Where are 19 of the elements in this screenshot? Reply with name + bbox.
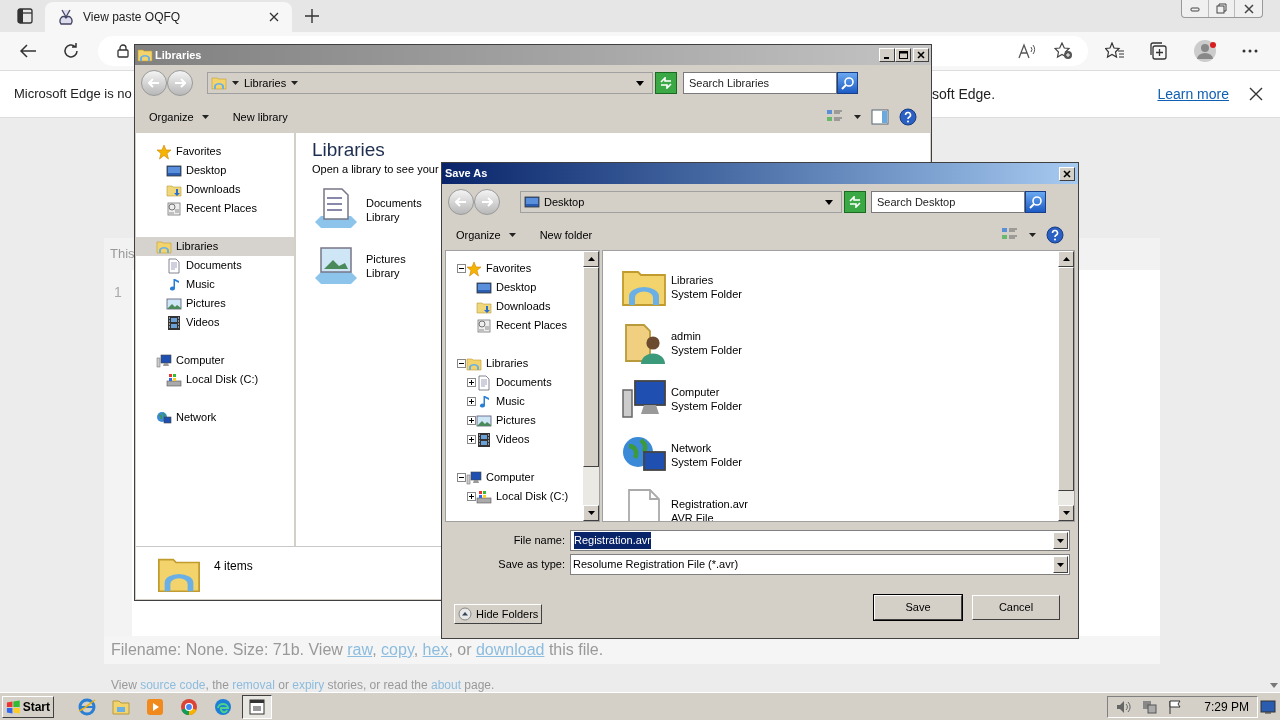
- line-number: 1: [114, 283, 122, 300]
- content-description: Open a library to see your: [312, 162, 439, 176]
- infobar-text: soft Edge.: [932, 84, 996, 104]
- paste-header-text: This: [110, 245, 135, 264]
- file-info-text: Filename: None. Size: 71b. View raw, copy, hex, or download this file.: [111, 640, 604, 660]
- field-label: Save as type:: [497, 557, 565, 573]
- item-label: Network System Folder: [671, 441, 742, 469]
- window-title: Save As: [445, 166, 488, 182]
- item-label: admin System Folder: [671, 329, 742, 357]
- infobar-text: Microsoft Edge is no: [14, 85, 132, 104]
- content-heading: Libraries: [312, 138, 386, 162]
- item-label: Pictures Library: [366, 252, 406, 280]
- field-label: File name:: [512, 533, 565, 549]
- status-text: 4 items: [214, 558, 253, 575]
- item-label: Libraries System Folder: [671, 273, 742, 301]
- item-label: Computer System Folder: [671, 385, 742, 413]
- item-label: Documents Library: [366, 196, 422, 224]
- window-title: Libraries: [155, 47, 202, 63]
- footer-text: View source code, the removal or expiry stories, or read the about page.: [111, 678, 495, 692]
